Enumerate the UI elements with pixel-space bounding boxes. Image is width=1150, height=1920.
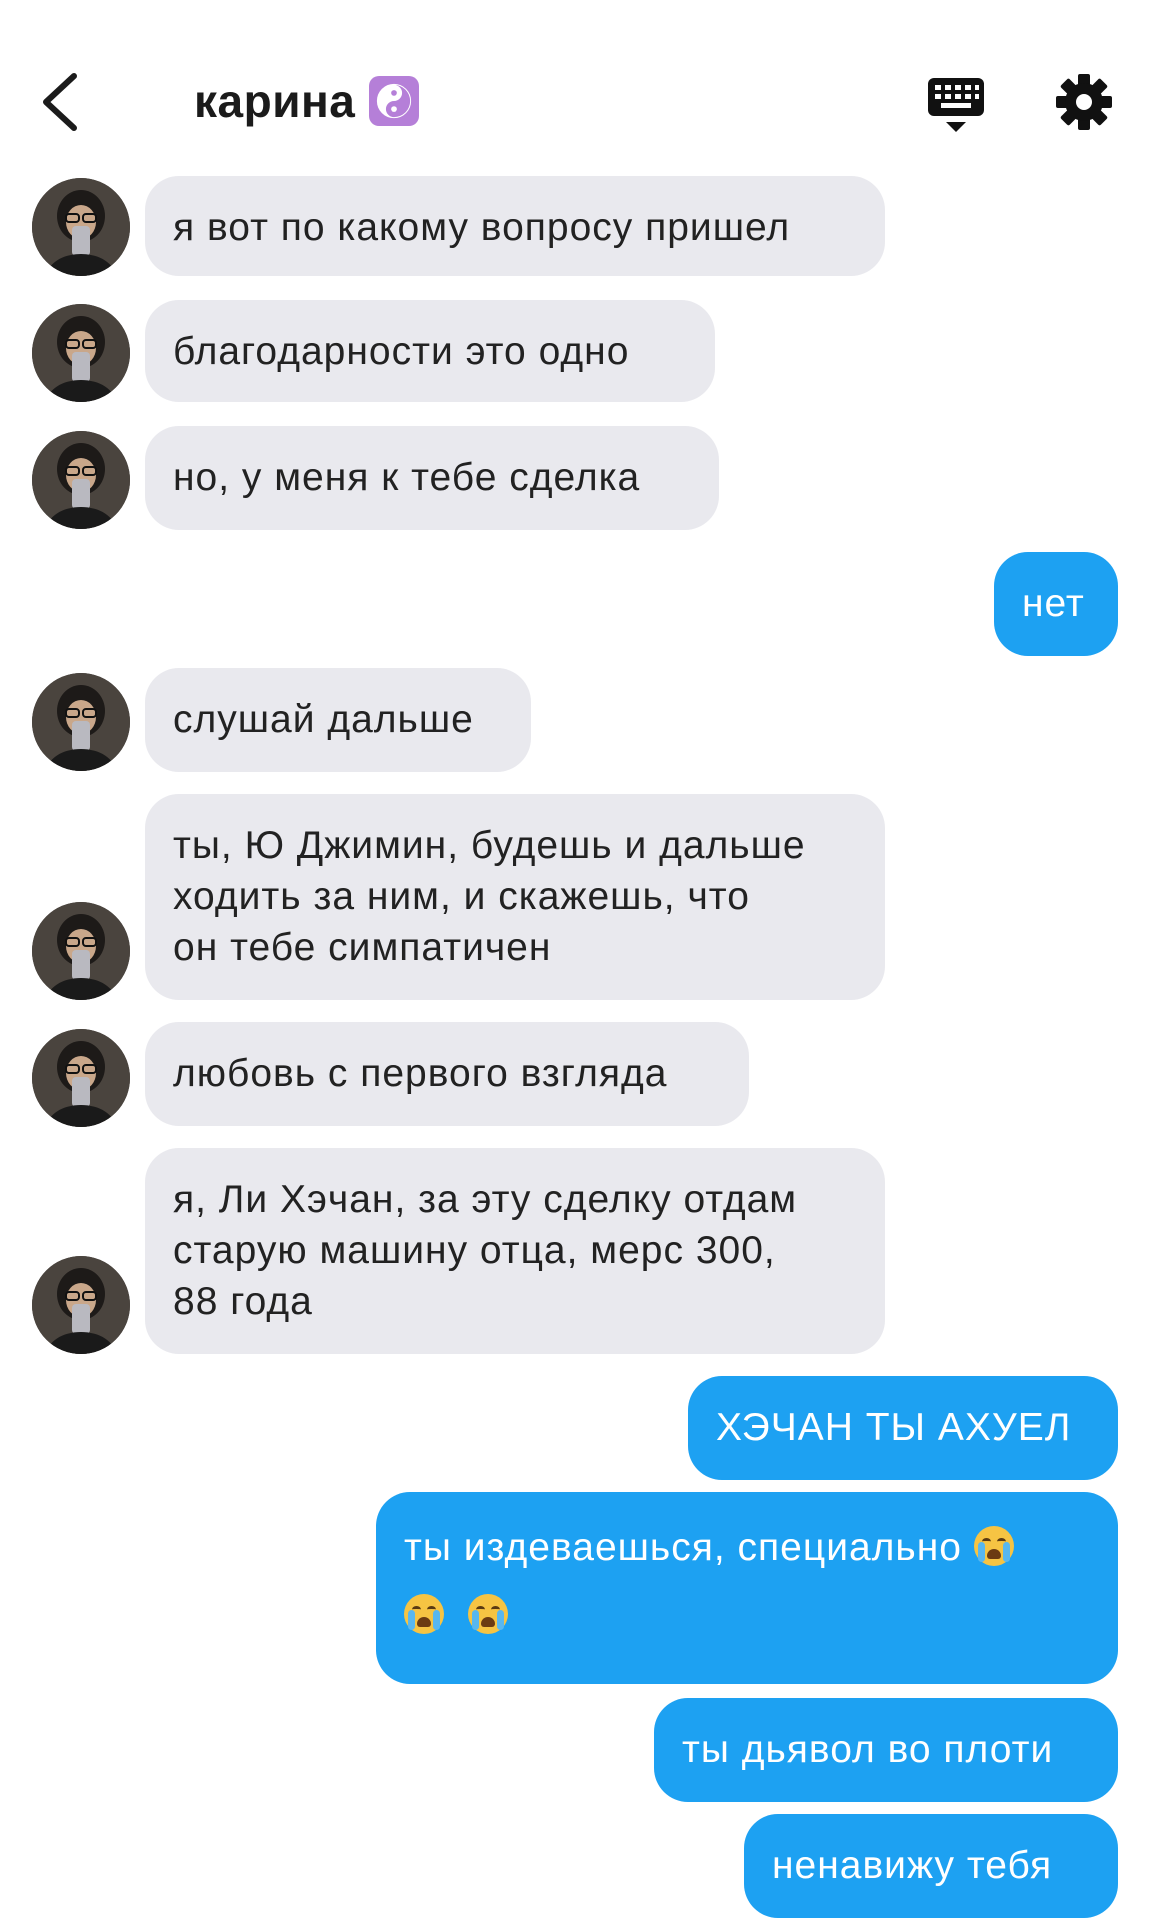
message-text: ты издеваешься, специально	[404, 1526, 962, 1569]
message-text: ненавижу тебя	[772, 1844, 1053, 1887]
outgoing-message[interactable]: нет	[994, 552, 1118, 656]
outgoing-message[interactable]: ненавижу тебя	[744, 1814, 1118, 1918]
chat-screen: карина я вот по какому вопросу пришел бл…	[0, 0, 1150, 1920]
chat-title: карина	[194, 75, 356, 127]
contact-avatar[interactable]	[32, 902, 130, 1000]
message-text: слушай дальше	[173, 698, 474, 741]
incoming-message[interactable]: я, Ли Хэчан, за эту сделку отдам старую …	[145, 1148, 885, 1354]
contact-avatar[interactable]	[32, 1256, 130, 1354]
incoming-message[interactable]: ты, Ю Джимин, будешь и дальше ходить за …	[145, 794, 885, 1000]
incoming-message[interactable]: но, у меня к тебе сделка	[145, 426, 719, 530]
gear-icon	[1056, 74, 1112, 130]
message-text: я вот по какому вопросу пришел	[173, 206, 791, 249]
loudly-crying-face-icon	[404, 1594, 444, 1634]
message-text: благодарности это одно	[173, 330, 630, 373]
message-text: ХЭЧАН ТЫ АХУЕЛ	[716, 1406, 1072, 1449]
loudly-crying-face-icon	[973, 1526, 1014, 1566]
incoming-message[interactable]: слушай дальше	[145, 668, 531, 772]
message-line: ходить за ним, и скажешь, что	[173, 875, 750, 918]
settings-button[interactable]	[1054, 72, 1114, 132]
chevron-left-icon	[43, 73, 77, 131]
incoming-message[interactable]: я вот по какому вопросу пришел	[145, 176, 885, 276]
contact-avatar[interactable]	[32, 1029, 130, 1127]
message-line: я, Ли Хэчан, за эту сделку отдам	[173, 1178, 798, 1221]
outgoing-message[interactable]: ХЭЧАН ТЫ АХУЕЛ	[688, 1376, 1118, 1480]
contact-avatar[interactable]	[32, 673, 130, 771]
keyboard-button[interactable]	[924, 72, 988, 136]
message-line: он тебе симпатичен	[173, 926, 552, 969]
message-text: ты дьявол во плоти	[682, 1728, 1054, 1771]
contact-avatar[interactable]	[32, 431, 130, 529]
incoming-message[interactable]: любовь с первого взгляда	[145, 1022, 749, 1126]
contact-avatar[interactable]	[32, 304, 130, 402]
outgoing-message[interactable]: ты издеваешься, специально	[376, 1492, 1118, 1684]
incoming-message[interactable]: благодарности это одно	[145, 300, 715, 402]
yin-yang-icon	[369, 76, 420, 126]
outgoing-message[interactable]: ты дьявол во плоти	[654, 1698, 1118, 1802]
message-text: нет	[1022, 582, 1085, 625]
message-line: старую машину отца, мерс 300,	[173, 1229, 776, 1272]
chat-title-group[interactable]: карина	[194, 74, 420, 128]
contact-avatar[interactable]	[32, 178, 130, 276]
message-text: но, у меня к тебе сделка	[173, 456, 641, 499]
message-line: 88 года	[173, 1280, 313, 1323]
chat-header: карина	[0, 0, 1150, 170]
back-button[interactable]	[36, 70, 100, 134]
keyboard-icon	[928, 78, 984, 132]
loudly-crying-face-icon	[467, 1594, 508, 1634]
message-text: любовь с первого взгляда	[173, 1052, 668, 1095]
message-line: ты, Ю Джимин, будешь и дальше	[173, 824, 806, 867]
